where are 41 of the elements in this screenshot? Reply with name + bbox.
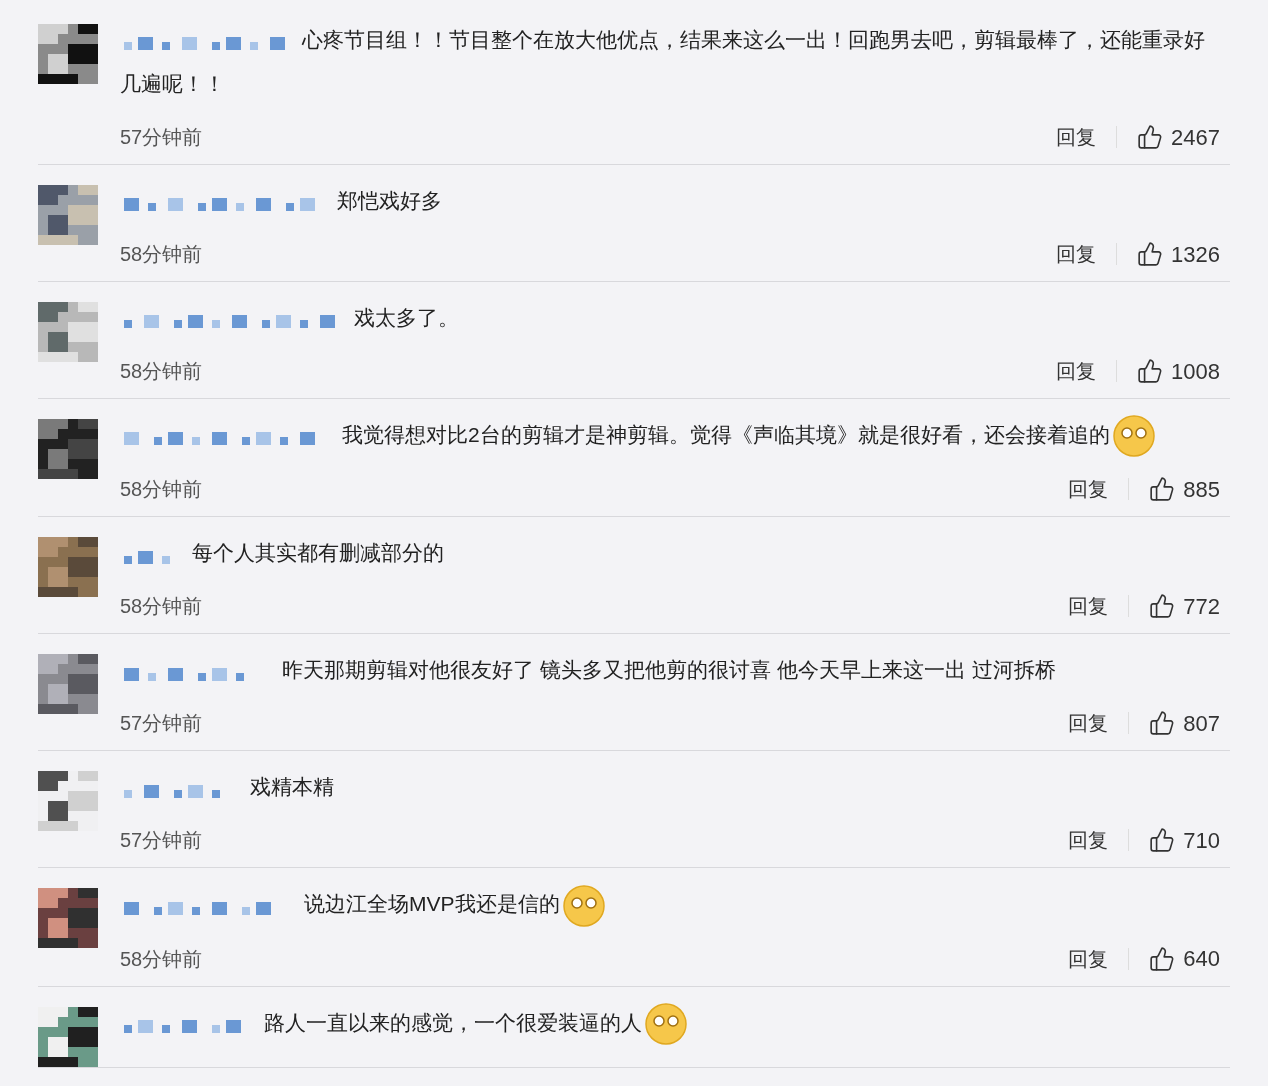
comment-text: 心疼节目组！！节目整个在放大他优点，结果来这么一出！回跑男去吧，剪辑最棒了，还能重录好几遍呢！！ (120, 27, 1206, 97)
comment-text: 戏太多了。 (120, 296, 1220, 340)
thumbs-up-icon (1137, 241, 1164, 267)
comment-text: 昨天那期剪辑对他很友好了 镜头多又把他剪的很讨喜 他今天早上来这一出 过河拆桥 (120, 648, 1220, 693)
thumbs-up-icon (1137, 358, 1164, 384)
timestamp: 57分钟前 (120, 125, 203, 150)
like-button[interactable]: 1008 (1137, 354, 1220, 388)
comment-text: 路人一直以来的感觉，一个很爱装逼的人 (120, 1000, 1220, 1047)
reply-button[interactable]: 回复 (1068, 825, 1109, 856)
reply-button[interactable]: 回复 (1068, 708, 1109, 739)
comment-text: 每个人其实都有删减部分的 (120, 531, 1220, 576)
like-button[interactable]: 640 (1149, 942, 1220, 976)
timestamp: 58分钟前 (120, 594, 203, 620)
like-button[interactable]: 807 (1149, 706, 1220, 740)
reply-button[interactable]: 回复 (1056, 239, 1097, 269)
like-button[interactable]: 772 (1149, 589, 1220, 623)
comment-text: 戏精本精 (120, 765, 1220, 810)
thumbs-up-icon (1149, 827, 1176, 854)
timestamp: 57分钟前 (120, 828, 203, 854)
reply-button[interactable]: 回复 (1056, 356, 1097, 386)
comment-text: 说边江全场MVP我还是信的 (120, 882, 1220, 928)
timestamp: 58分钟前 (120, 242, 203, 267)
thumbs-up-icon (1149, 476, 1176, 503)
like-button[interactable]: 885 (1149, 472, 1220, 506)
reply-button[interactable]: 回复 (1068, 943, 1109, 974)
comment-text: 我觉得想对比2台的剪辑才是神剪辑。觉得《声临其境》就是很好看，还会接着追的 (120, 413, 1220, 459)
timestamp: 57分钟前 (120, 711, 203, 737)
reply-button[interactable]: 回复 (1068, 474, 1109, 505)
like-button[interactable]: 1326 (1137, 237, 1220, 271)
like-button[interactable]: 2467 (1137, 120, 1220, 154)
thumbs-up-icon (1137, 124, 1164, 150)
timestamp: 58分钟前 (120, 946, 203, 972)
thumbs-up-icon (1149, 710, 1176, 737)
comment-text: 郑恺戏好多 (120, 179, 1220, 223)
reply-button[interactable]: 回复 (1056, 122, 1097, 152)
timestamp: 58分钟前 (120, 359, 203, 384)
reply-button[interactable]: 回复 (1068, 591, 1109, 622)
thumbs-up-icon (1149, 945, 1176, 972)
like-button[interactable]: 710 (1149, 823, 1220, 857)
thumbs-up-icon (1149, 593, 1176, 620)
timestamp: 58分钟前 (120, 477, 203, 503)
